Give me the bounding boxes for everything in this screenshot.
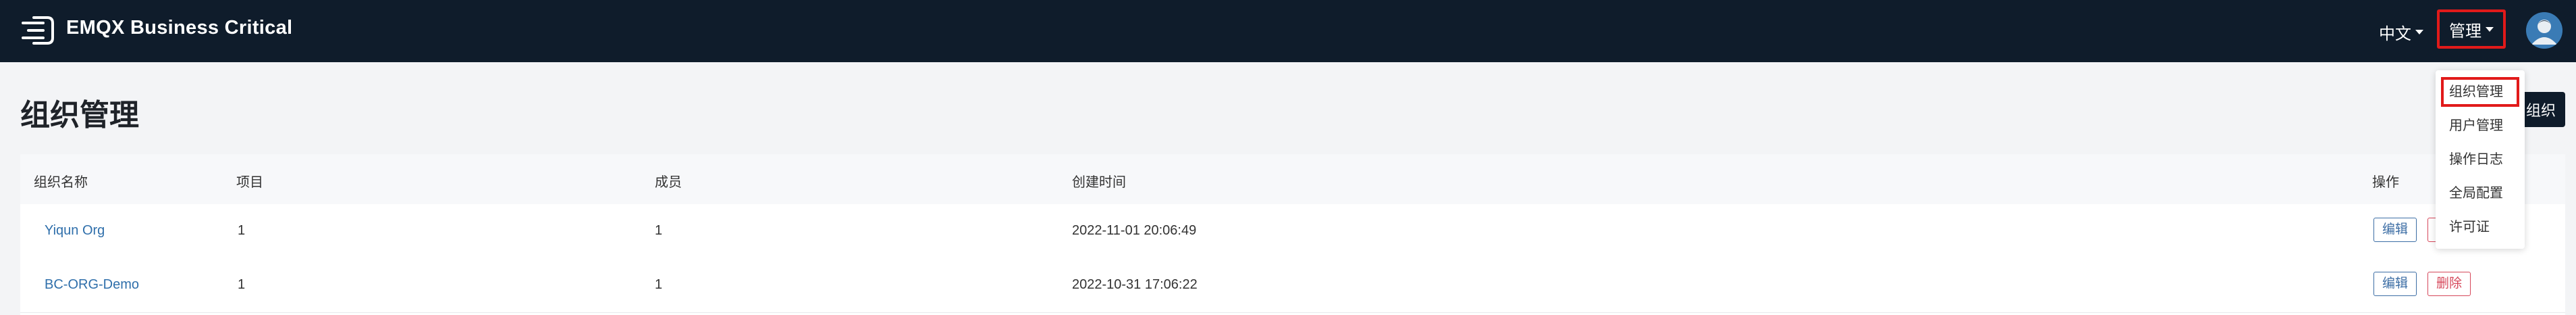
organization-name-link[interactable]: BC-ORG-Demo: [45, 277, 139, 293]
projects-count: 1: [238, 277, 246, 292]
created-at: 2022-10-31 17:06:22: [1072, 277, 1198, 292]
column-header-members: 成员: [655, 175, 682, 190]
column-header-actions: 操作: [2372, 175, 2399, 190]
table-row: BC-ORG-Demo 1 1 2022-10-31 17:06:22 编辑 删…: [20, 258, 2565, 313]
page-title: 组织管理: [20, 99, 139, 132]
members-count: 1: [655, 277, 663, 292]
top-navbar: EMQX Business Critical 中文 管理: [0, 0, 2576, 62]
menu-item-user-management[interactable]: 用户管理: [2441, 111, 2519, 141]
column-header-created-at: 创建时间: [1072, 175, 1126, 190]
members-count: 1: [655, 223, 663, 238]
column-header-projects: 项目: [236, 175, 263, 190]
language-switcher[interactable]: 中文: [2379, 20, 2423, 44]
brand-name[interactable]: EMQX Business Critical: [66, 17, 292, 39]
chevron-down-icon: [2486, 26, 2494, 32]
table-header: 组织名称 项目 成员 创建时间 操作: [20, 154, 2565, 205]
menu-item-global-settings[interactable]: 全局配置: [2441, 178, 2519, 208]
user-avatar-icon[interactable]: [2526, 12, 2562, 49]
created-at: 2022-11-01 20:06:49: [1072, 223, 1197, 238]
menu-item-operation-logs[interactable]: 操作日志: [2441, 145, 2519, 174]
edit-button[interactable]: 编辑: [2373, 272, 2417, 296]
language-label: 中文: [2379, 25, 2411, 43]
menu-item-organization-management[interactable]: 组织管理: [2441, 77, 2519, 107]
projects-count: 1: [238, 223, 246, 238]
emqx-logo-icon[interactable]: [20, 14, 55, 47]
organization-name-link[interactable]: Yiqun Org: [45, 223, 105, 239]
admin-dropdown-menu: 组织管理 用户管理 操作日志 全局配置 许可证: [2436, 70, 2525, 249]
edit-button[interactable]: 编辑: [2373, 218, 2417, 242]
menu-item-license[interactable]: 许可证: [2441, 212, 2519, 242]
table-row: Yiqun Org 1 1 2022-11-01 20:06:49 编辑 删除: [20, 204, 2565, 259]
column-header-name: 组织名称: [34, 175, 88, 190]
admin-menu-label: 管理: [2449, 22, 2481, 41]
organizations-table: 组织名称 项目 成员 创建时间 操作 Yiqun Org 1 1 2022-11…: [20, 154, 2565, 315]
admin-menu-button[interactable]: 管理: [2437, 9, 2506, 49]
delete-button[interactable]: 删除: [2427, 272, 2471, 296]
chevron-down-icon: [2415, 30, 2423, 34]
